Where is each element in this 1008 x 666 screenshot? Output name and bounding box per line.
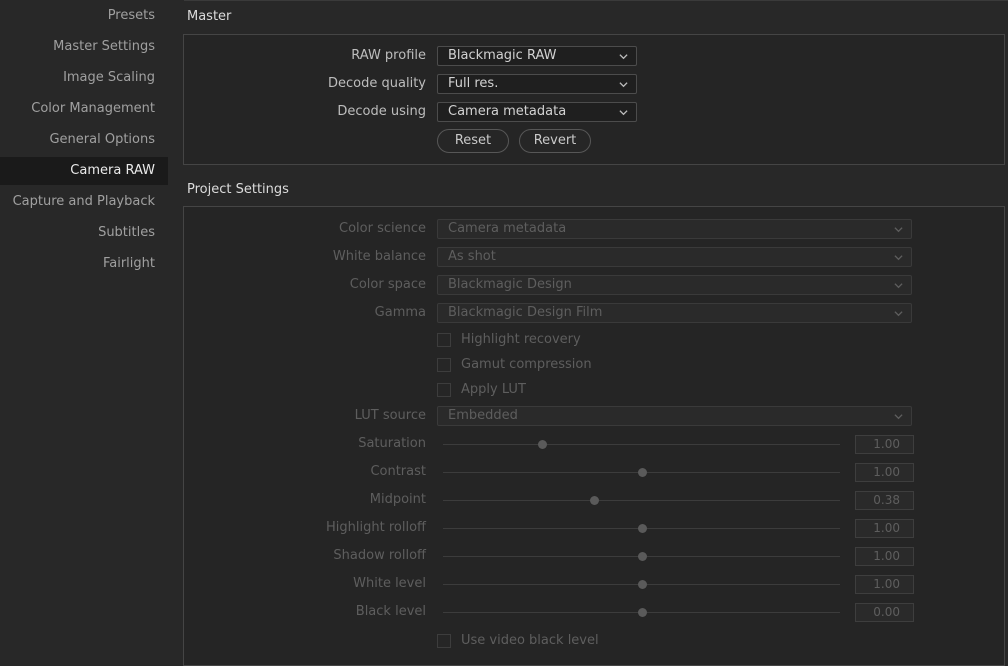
contrast-slider-handle[interactable] — [637, 468, 647, 477]
decode-quality-label: Decode quality — [328, 76, 426, 91]
gamut-compression-label: Gamut compression — [461, 357, 592, 372]
highlight-rolloff-label: Highlight rolloff — [326, 520, 426, 535]
color-science-label: Color science — [339, 221, 426, 236]
decode-using-dropdown[interactable]: Camera metadata — [437, 102, 637, 122]
decode-quality-dropdown[interactable]: Full res. — [437, 74, 637, 94]
midpoint-label: Midpoint — [369, 492, 426, 507]
midpoint-slider-handle[interactable] — [589, 496, 599, 505]
lut-source-value: Embedded — [448, 408, 518, 423]
master-section-title: Master — [187, 9, 232, 24]
apply-lut-label: Apply LUT — [461, 382, 526, 397]
highlight-recovery-label: Highlight recovery — [461, 332, 581, 347]
chevron-down-icon — [619, 110, 628, 116]
raw-profile-dropdown[interactable]: Blackmagic RAW — [437, 46, 637, 66]
gamma-label: Gamma — [374, 305, 426, 320]
shadow-rolloff-label: Shadow rolloff — [333, 548, 426, 563]
white-balance-dropdown[interactable]: As shot — [437, 247, 912, 267]
decode-using-label: Decode using — [337, 104, 426, 119]
color-space-label: Color space — [349, 277, 426, 292]
top-divider — [184, 0, 1008, 1]
sidebar-item-general-options[interactable]: General Options — [0, 126, 168, 154]
color-science-value: Camera metadata — [448, 221, 567, 236]
black-level-label: Black level — [355, 604, 426, 619]
decode-using-value: Camera metadata — [448, 104, 567, 119]
chevron-down-icon — [894, 311, 903, 317]
midpoint-slider-track[interactable] — [443, 500, 840, 501]
highlight-rolloff-slider-handle[interactable] — [637, 524, 647, 533]
saturation-label: Saturation — [358, 436, 426, 451]
white-level-label: White level — [353, 576, 426, 591]
apply-lut-checkbox[interactable] — [437, 383, 451, 397]
chevron-down-icon — [894, 283, 903, 289]
decode-quality-value: Full res. — [448, 76, 499, 91]
lut-source-dropdown[interactable]: Embedded — [437, 406, 912, 426]
color-science-dropdown[interactable]: Camera metadata — [437, 219, 912, 239]
chevron-down-icon — [894, 414, 903, 420]
highlight-recovery-checkbox[interactable] — [437, 333, 451, 347]
gamma-value: Blackmagic Design Film — [448, 305, 603, 320]
gamut-compression-checkbox[interactable] — [437, 358, 451, 372]
sidebar-item-presets[interactable]: Presets — [0, 2, 168, 30]
revert-button[interactable]: Revert — [519, 129, 591, 153]
shadow-rolloff-value[interactable]: 1.00 — [855, 547, 914, 566]
saturation-value[interactable]: 1.00 — [855, 435, 914, 454]
project-settings-title: Project Settings — [187, 182, 289, 197]
black-level-slider-handle[interactable] — [637, 608, 647, 617]
saturation-slider-track[interactable] — [443, 444, 840, 445]
raw-profile-label: RAW profile — [351, 48, 426, 63]
chevron-down-icon — [619, 82, 628, 88]
white-balance-label: White balance — [332, 249, 426, 264]
chevron-down-icon — [619, 54, 628, 60]
sidebar-item-capture-and-playback[interactable]: Capture and Playback — [0, 188, 168, 216]
contrast-value[interactable]: 1.00 — [855, 463, 914, 482]
raw-profile-value: Blackmagic RAW — [448, 48, 557, 63]
use-video-black-level-label: Use video black level — [461, 633, 599, 648]
color-space-dropdown[interactable]: Blackmagic Design — [437, 275, 912, 295]
chevron-down-icon — [894, 255, 903, 261]
chevron-down-icon — [894, 227, 903, 233]
lut-source-label: LUT source — [354, 408, 426, 423]
color-space-value: Blackmagic Design — [448, 277, 572, 292]
highlight-rolloff-value[interactable]: 1.00 — [855, 519, 914, 538]
white-level-slider-handle[interactable] — [637, 580, 647, 589]
gamma-dropdown[interactable]: Blackmagic Design Film — [437, 303, 912, 323]
black-level-value[interactable]: 0.00 — [855, 603, 914, 622]
contrast-label: Contrast — [370, 464, 426, 479]
shadow-rolloff-slider-handle[interactable] — [637, 552, 647, 561]
use-video-black-level-checkbox[interactable] — [437, 634, 451, 648]
reset-button[interactable]: Reset — [437, 129, 509, 153]
white-balance-value: As shot — [448, 249, 496, 264]
sidebar-item-camera-raw[interactable]: Camera RAW — [0, 157, 168, 185]
white-level-value[interactable]: 1.00 — [855, 575, 914, 594]
midpoint-value[interactable]: 0.38 — [855, 491, 914, 510]
